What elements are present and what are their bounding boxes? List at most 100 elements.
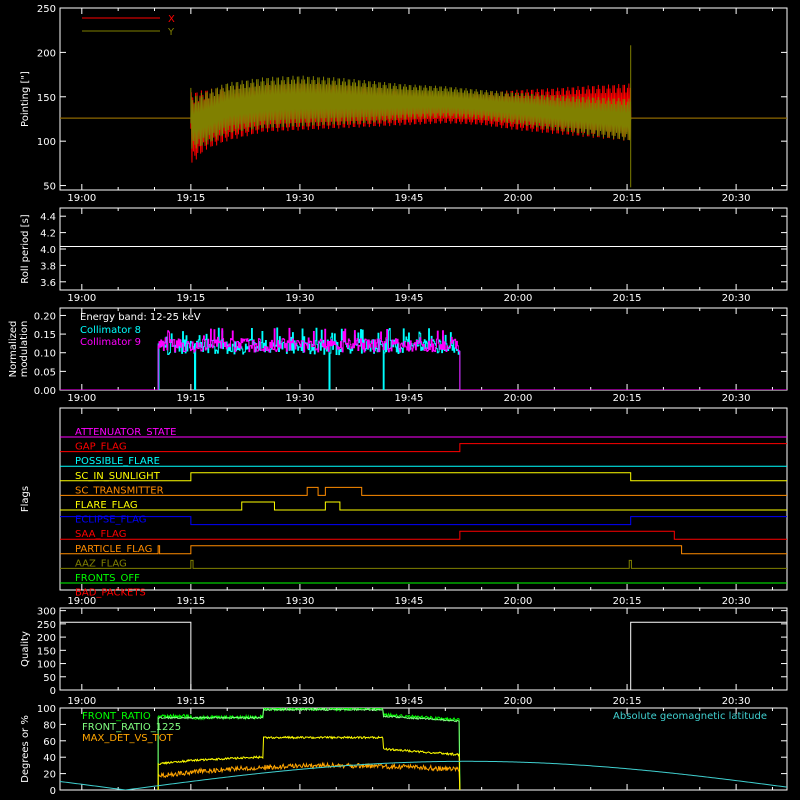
flag-line-saa-flag bbox=[60, 530, 787, 540]
flag-label: POSSIBLE_FLARE bbox=[75, 456, 160, 467]
y-axis-label: Quality bbox=[20, 631, 31, 667]
y-tick-label: 250 bbox=[37, 4, 56, 15]
flag-line-flare-flag bbox=[60, 501, 787, 511]
series-line-y bbox=[60, 75, 787, 149]
x-tick-label: 19:15 bbox=[176, 596, 205, 607]
y-axis-label: Roll period [s] bbox=[20, 214, 31, 283]
x-tick-label: 19:15 bbox=[176, 696, 205, 707]
flag-line-sc-in-sunlight bbox=[60, 472, 787, 482]
x-tick-label: 20:00 bbox=[504, 193, 533, 204]
panel-frame bbox=[59, 207, 788, 291]
x-tick-label: 19:45 bbox=[395, 596, 424, 607]
plot-area bbox=[60, 621, 787, 690]
y-tick-label: 0.10 bbox=[34, 349, 56, 360]
legend-label: Collimator 9 bbox=[80, 337, 141, 348]
legend-label-latitude: Absolute geomagnetic latitude bbox=[613, 711, 767, 722]
x-tick-label: 19:00 bbox=[67, 293, 96, 304]
plot-area bbox=[60, 327, 787, 390]
y-tick-label: 150 bbox=[37, 646, 56, 657]
flag-line-gap-flag bbox=[60, 443, 787, 453]
series-line-max-det-vs-tot bbox=[157, 761, 461, 790]
x-tick-label: 20:00 bbox=[504, 596, 533, 607]
plot-area bbox=[60, 436, 787, 584]
x-tick-label: 20:00 bbox=[504, 393, 533, 404]
x-tick-label: 19:45 bbox=[395, 393, 424, 404]
chart-degrees: 0 20 40 60 80 100 Degrees or % FRONT_RATIOFRONT… bbox=[20, 704, 788, 797]
x-tick-label: 19:45 bbox=[395, 293, 424, 304]
legend-label: Y bbox=[167, 27, 175, 38]
y-tick-label: 100 bbox=[37, 137, 56, 148]
y-tick-label: 4.0 bbox=[40, 245, 56, 256]
y-tick-label: 100 bbox=[37, 660, 56, 671]
y-tick-label: 0.15 bbox=[34, 330, 56, 341]
y-tick-label: 3.6 bbox=[40, 278, 56, 289]
flag-label: FLARE_FLAG bbox=[75, 500, 138, 511]
chart-modulation: 19:00 19:15 19:30 19:45 20:00 20:15 20:30 0.00 0… bbox=[8, 307, 788, 404]
flag-label: SC_TRANSMITTER bbox=[75, 485, 164, 496]
x-tick-label: 19:30 bbox=[285, 696, 314, 707]
y-tick-label: 200 bbox=[37, 633, 56, 644]
x-tick-label: 20:30 bbox=[722, 696, 751, 707]
y-tick-label: 200 bbox=[37, 48, 56, 59]
y-tick-label: 0.20 bbox=[34, 311, 56, 322]
legend-label: FRONT_RATIO bbox=[82, 711, 151, 722]
x-tick-label: 19:30 bbox=[285, 193, 314, 204]
series-line-front-ratio bbox=[157, 708, 461, 790]
flag-label: PARTICLE_FLAG bbox=[75, 544, 152, 555]
flag-label: FRONTS_OFF bbox=[75, 573, 140, 584]
x-tick-label: 20:30 bbox=[722, 596, 751, 607]
y-tick-label: 0 bbox=[50, 786, 56, 797]
y-tick-label: 3.8 bbox=[40, 261, 56, 272]
y-axis-label: Normalizedmodulation bbox=[8, 321, 30, 378]
y-tick-label: 50 bbox=[43, 673, 56, 684]
chart-roll-period: 19:00 19:15 19:30 19:45 20:00 20:15 20:30 3.6 3.… bbox=[20, 207, 788, 304]
x-tick-label: 20:15 bbox=[613, 193, 642, 204]
series-line-collimator-9 bbox=[60, 327, 787, 390]
y-tick-label: 100 bbox=[37, 704, 56, 715]
chart-quality: 19:00 19:15 19:30 19:45 20:00 20:15 20:30 0 50 10… bbox=[20, 607, 788, 707]
x-tick-label: 19:15 bbox=[176, 293, 205, 304]
series-line-unnamed bbox=[157, 735, 461, 790]
x-tick-label: 20:00 bbox=[504, 293, 533, 304]
flag-label: ECLIPSE_FLAG bbox=[75, 515, 146, 526]
flag-label: ATTENUATOR_STATE bbox=[75, 427, 176, 438]
chart-flags: 19:00 19:15 19:30 19:45 20:00 20:15 20:30Flags… bbox=[20, 407, 788, 607]
y-tick-label: 40 bbox=[43, 753, 56, 764]
y-tick-label: 60 bbox=[43, 737, 56, 748]
x-tick-label: 20:15 bbox=[613, 696, 642, 707]
y-tick-label: 50 bbox=[43, 182, 56, 193]
data-plot: 19:00 19:15 19:30 19:45 20:00 20:15 20:30 50 100… bbox=[8, 4, 788, 797]
flag-label: SAA_FLAG bbox=[75, 529, 126, 540]
x-tick-label: 19:30 bbox=[285, 393, 314, 404]
x-tick-label: 19:00 bbox=[67, 193, 96, 204]
y-axis-label: Degrees or % bbox=[20, 715, 31, 783]
x-tick-label: 19:30 bbox=[285, 596, 314, 607]
y-tick-label: 4.2 bbox=[40, 229, 56, 240]
x-tick-label: 19:00 bbox=[67, 393, 96, 404]
x-tick-label: 20:15 bbox=[613, 596, 642, 607]
legend-label: X bbox=[168, 14, 175, 25]
y-axis-label: Pointing ["] bbox=[20, 71, 31, 127]
x-tick-label: 19:15 bbox=[176, 393, 205, 404]
flag-label: BAD_PACKETS bbox=[75, 588, 146, 599]
legend-label: FRONT_RATIO_1225 bbox=[82, 722, 181, 733]
x-tick-label: 19:45 bbox=[395, 696, 424, 707]
x-tick-label: 20:30 bbox=[722, 193, 751, 204]
y-tick-label: 20 bbox=[43, 770, 56, 781]
x-tick-label: 20:30 bbox=[722, 393, 751, 404]
y-tick-label: 80 bbox=[43, 720, 56, 731]
legend-label: Collimator 8 bbox=[80, 325, 141, 336]
y-tick-label: 150 bbox=[37, 93, 56, 104]
legend-energy-band: Energy band: 12-25 keV bbox=[80, 312, 201, 323]
flag-line-sc-transmitter bbox=[60, 486, 787, 496]
x-tick-label: 20:30 bbox=[722, 293, 751, 304]
y-tick-label: 300 bbox=[37, 607, 56, 618]
x-tick-label: 19:15 bbox=[176, 193, 205, 204]
legend-label: MAX_DET_VS_TOT bbox=[82, 733, 174, 744]
flag-label: SC_IN_SUNLIGHT bbox=[75, 471, 161, 482]
y-tick-label: 250 bbox=[37, 620, 56, 631]
x-tick-label: 19:45 bbox=[395, 193, 424, 204]
y-tick-label: 4.4 bbox=[40, 212, 56, 223]
flag-label: GAP_FLAG bbox=[75, 442, 127, 453]
plot-area bbox=[60, 45, 787, 188]
